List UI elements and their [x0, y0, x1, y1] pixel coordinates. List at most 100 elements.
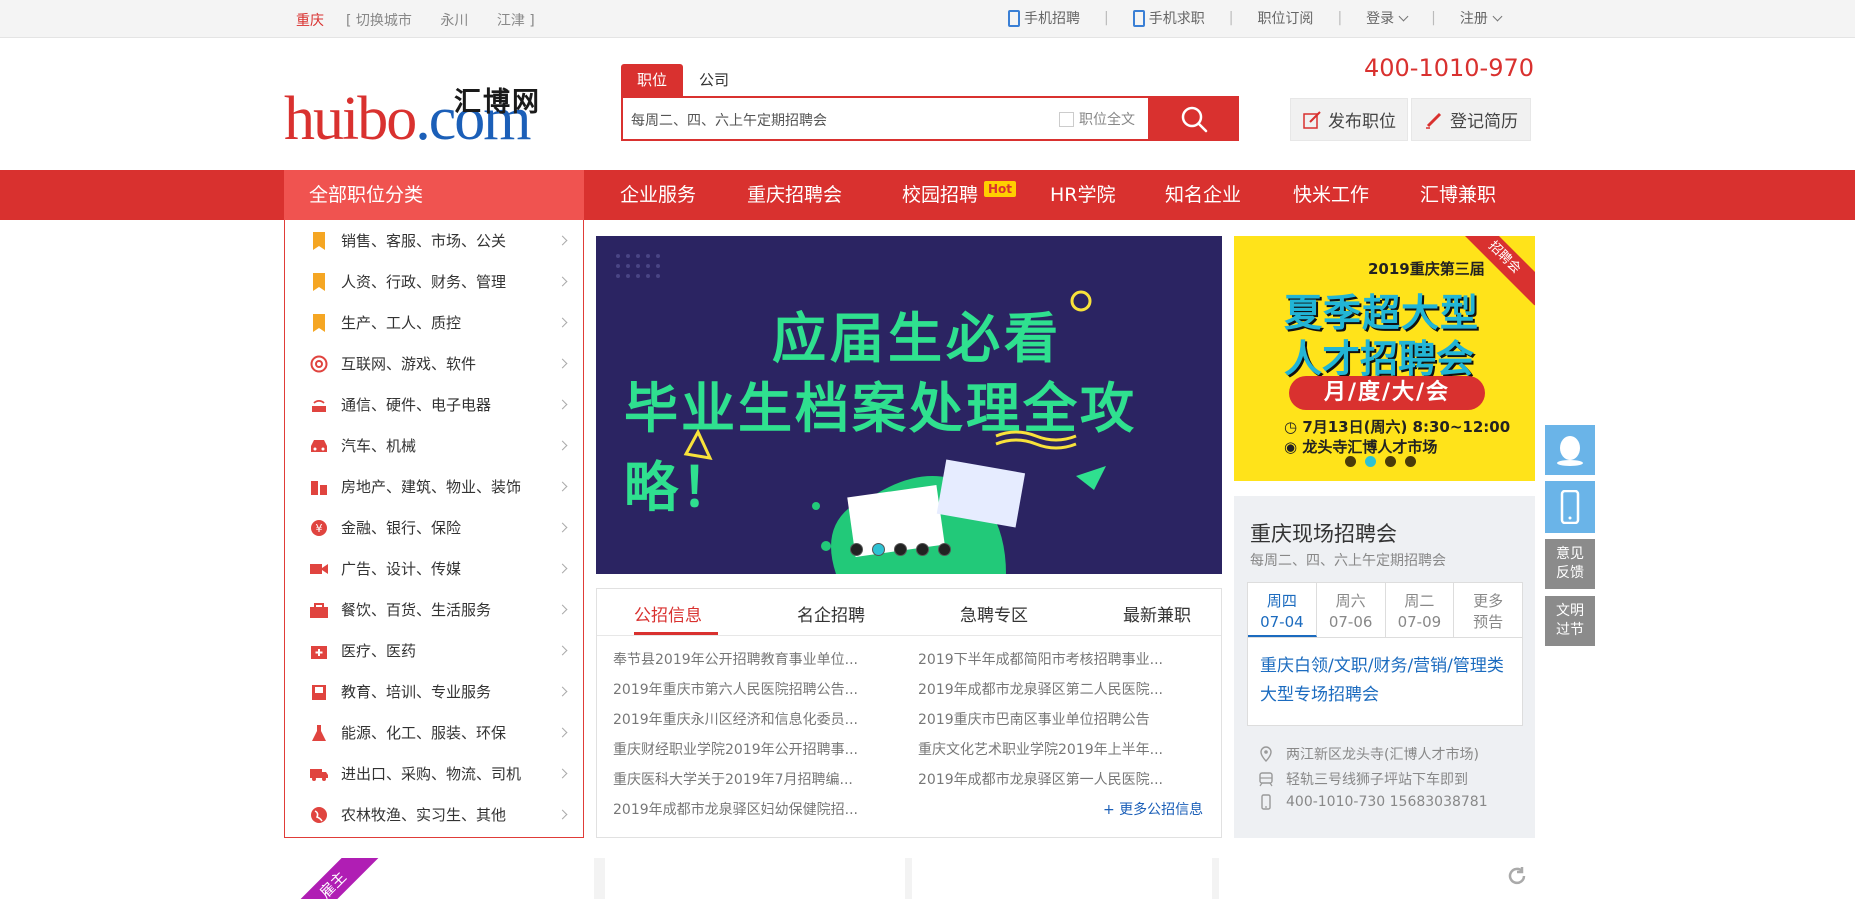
category-item[interactable]: 餐饮、百货、生活服务	[285, 589, 583, 630]
news-link[interactable]: 2019下半年成都简阳市考核招聘事业...	[918, 649, 1163, 669]
mobile-recruit-link[interactable]: 手机招聘	[1008, 8, 1080, 28]
search-icon	[1181, 106, 1207, 132]
main-banner[interactable]: 应届生必看 毕业生档案处理全攻略！	[596, 236, 1222, 574]
carousel-dot[interactable]	[938, 543, 951, 556]
nav-item-hr-academy[interactable]: HR学院	[1050, 170, 1116, 220]
tab-parttime[interactable]: 最新兼职	[1123, 601, 1191, 626]
banner-headline: 应届生必看	[772, 307, 1062, 370]
news-link[interactable]: 2019重庆市巴南区事业单位招聘公告	[918, 709, 1150, 729]
banner-subheadline: 毕业生档案处理全攻略！	[624, 377, 1137, 519]
nav-item-job-fair[interactable]: 重庆招聘会	[747, 170, 842, 220]
chevron-right-icon	[557, 276, 568, 287]
employer-card[interactable]: 雇主	[284, 858, 594, 899]
news-link[interactable]: 2019年成都市龙泉驿区第二人民医院...	[918, 679, 1163, 699]
city-link-jiangjin[interactable]: 江津 ]	[497, 13, 535, 29]
category-item[interactable]: 能源、化工、服装、环保	[285, 712, 583, 753]
qq-button[interactable]	[1545, 425, 1595, 475]
refresh-icon[interactable]	[1505, 864, 1529, 888]
nav-item-parttime[interactable]: 汇博兼职	[1420, 170, 1496, 220]
mobile-app-button[interactable]	[1545, 481, 1595, 533]
employer-card[interactable]	[912, 858, 1212, 899]
job-subscribe-link[interactable]: 职位订阅	[1257, 8, 1313, 28]
category-item[interactable]: 互联网、游戏、软件	[285, 343, 583, 384]
feedback-button[interactable]: 意见反馈	[1545, 539, 1595, 589]
fair-more-tab[interactable]: 更多 预告	[1454, 583, 1522, 637]
chevron-right-icon	[557, 604, 568, 615]
chevron-right-icon	[557, 440, 568, 451]
fulltext-checkbox[interactable]: 职位全文	[1059, 109, 1135, 129]
search-tab-company[interactable]: 公司	[683, 64, 745, 96]
all-categories-button[interactable]: 全部职位分类	[284, 170, 584, 220]
main-nav: 全部职位分类 企业服务 重庆招聘会 校园招聘 Hot HR学院 知名企业 快米工作…	[0, 170, 1855, 220]
news-link[interactable]: 2019年重庆永川区经济和信息化委员...	[613, 709, 858, 729]
checkbox[interactable]	[1059, 111, 1074, 127]
carousel-dot[interactable]	[894, 543, 907, 556]
employer-card[interactable]	[1219, 858, 1535, 899]
fair-day-tab[interactable]: 周二 07-09	[1386, 583, 1455, 637]
nav-item-famous-companies[interactable]: 知名企业	[1165, 170, 1241, 220]
job-fair-ad[interactable]: 招聘会 2019重庆第三届 夏季超大型 人才招聘会 月/度/大/会 ◷ 7月13…	[1234, 236, 1535, 481]
employer-card[interactable]	[605, 858, 905, 899]
carousel-dot[interactable]	[872, 543, 885, 556]
current-city[interactable]: 重庆	[296, 10, 324, 30]
employer-badge: 雇主	[284, 858, 382, 899]
tab-public-recruit[interactable]: 公招信息	[634, 601, 702, 626]
switch-city-link[interactable]: [ 切换城市	[346, 13, 412, 29]
car-icon	[309, 436, 329, 456]
fair-day-tab[interactable]: 周四 07-04	[1248, 583, 1317, 637]
fair-day-tab[interactable]: 周六 07-06	[1317, 583, 1386, 637]
globe-icon	[309, 805, 329, 825]
category-item[interactable]: 广告、设计、传媒	[285, 548, 583, 589]
news-link[interactable]: 2019年重庆市第六人民医院招聘公告...	[613, 679, 858, 699]
category-item[interactable]: 进出口、采购、物流、司机	[285, 753, 583, 794]
ad-title: 2019重庆第三届	[1368, 260, 1485, 278]
search-tab-job[interactable]: 职位	[621, 64, 683, 96]
fair-transit: 轻轨三号线狮子坪站下车即到	[1258, 769, 1468, 789]
active-tab-underline	[634, 632, 718, 635]
carousel-dot[interactable]	[1345, 456, 1356, 467]
search-input[interactable]: 每周二、四、六上午定期招聘会	[631, 110, 827, 130]
news-link[interactable]: 重庆医科大学关于2019年7月招聘编...	[613, 769, 853, 789]
category-item[interactable]: 农林牧渔、实习生、其他	[285, 794, 583, 835]
civil-holiday-button[interactable]: 文明过节	[1545, 596, 1595, 646]
category-item[interactable]: 销售、客服、市场、公关	[285, 220, 583, 261]
tab-famous-companies[interactable]: 名企招聘	[797, 601, 865, 626]
nav-item-campus[interactable]: 校园招聘 Hot	[902, 170, 1017, 220]
post-job-button[interactable]: 发布职位	[1290, 98, 1408, 141]
fair-event-link[interactable]: 重庆白领/文职/财务/营销/管理类大型专场招聘会	[1260, 652, 1510, 710]
category-item[interactable]: 房地产、建筑、物业、装饰	[285, 466, 583, 507]
more-public-recruit-link[interactable]: + 更多公招信息	[1103, 799, 1203, 819]
category-item[interactable]: 医疗、医药	[285, 630, 583, 671]
tab-urgent[interactable]: 急聘专区	[960, 601, 1028, 626]
banner-carousel-dots	[850, 543, 951, 556]
fair-phone: 400-1010-730 15683038781	[1258, 794, 1488, 810]
carousel-dot[interactable]	[850, 543, 863, 556]
news-link[interactable]: 奉节县2019年公开招聘教育事业单位...	[613, 649, 858, 669]
carousel-dot[interactable]	[1385, 456, 1396, 467]
news-link[interactable]: 2019年成都市龙泉驿区妇幼保健院招...	[613, 799, 858, 819]
category-item[interactable]: 通信、硬件、电子电器	[285, 384, 583, 425]
search-button[interactable]	[1148, 96, 1239, 141]
nav-item-kuaimi[interactable]: 快米工作	[1293, 170, 1369, 220]
register-dropdown[interactable]: 注册	[1460, 8, 1503, 28]
site-logo[interactable]: huibo.com 汇博网	[284, 82, 560, 152]
top-bar: 重庆 [ 切换城市 永川 江津 ] 手机招聘 | 手机求职 | 职位订阅 | 登…	[0, 0, 1855, 38]
carousel-dot[interactable]	[916, 543, 929, 556]
category-item[interactable]: 汽车、机械	[285, 425, 583, 466]
city-link-yongchuan[interactable]: 永川	[440, 13, 468, 29]
news-tabs: 公招信息 名企招聘 急聘专区 最新兼职	[597, 589, 1221, 636]
mobile-phone-icon	[1261, 794, 1271, 810]
nav-item-enterprise[interactable]: 企业服务	[620, 170, 696, 220]
category-item[interactable]: 生产、工人、质控	[285, 302, 583, 343]
category-item[interactable]: 人资、行政、财务、管理	[285, 261, 583, 302]
news-link[interactable]: 重庆文化艺术职业学院2019年上半年...	[918, 739, 1163, 759]
news-link[interactable]: 2019年成都市龙泉驿区第一人民医院...	[918, 769, 1163, 789]
carousel-dot[interactable]	[1405, 456, 1416, 467]
category-item[interactable]: ¥ 金融、银行、保险	[285, 507, 583, 548]
carousel-dot[interactable]	[1365, 456, 1376, 467]
category-item[interactable]: 教育、培训、专业服务	[285, 671, 583, 712]
register-resume-button[interactable]: 登记简历	[1411, 98, 1531, 141]
login-dropdown[interactable]: 登录	[1366, 8, 1409, 28]
mobile-jobseek-link[interactable]: 手机求职	[1132, 8, 1205, 28]
news-link[interactable]: 重庆财经职业学院2019年公开招聘事...	[613, 739, 858, 759]
